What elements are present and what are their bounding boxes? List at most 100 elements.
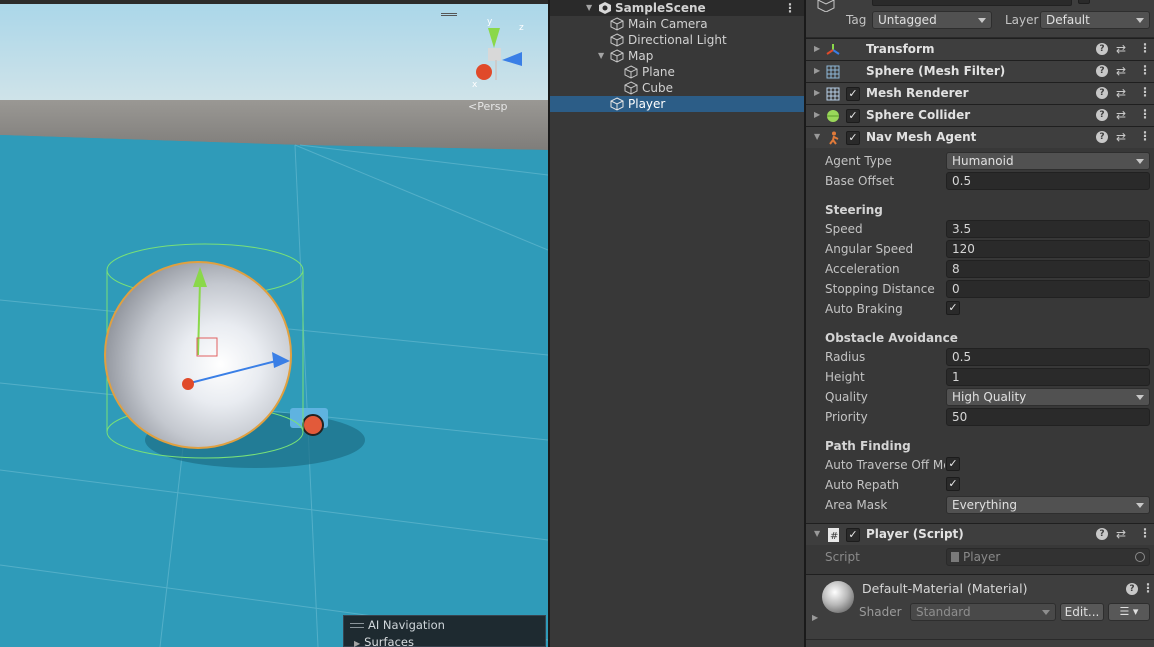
hierarchy-item-main-camera[interactable]: Main Camera <box>550 16 804 32</box>
component-menu-icon[interactable]: ⋮ <box>1139 526 1151 540</box>
component-name: Sphere (Mesh Filter) <box>866 64 1006 78</box>
chevron-down-icon <box>1136 395 1144 400</box>
scene-view[interactable]: y z x <Persp AI Navigation ▶ Surfaces <box>0 0 548 647</box>
stopping-distance-field[interactable]: 0 <box>946 280 1150 298</box>
expand-arrow-icon[interactable]: ▶ <box>814 88 820 97</box>
component-mesh-renderer[interactable]: ▶ ✓ Mesh Renderer ? ⇄ ⋮ <box>806 82 1154 104</box>
component-enabled-checkbox[interactable]: ✓ <box>846 528 860 542</box>
height-row: Height 1 <box>806 367 1154 387</box>
component-sphere-collider[interactable]: ▶ ✓ Sphere Collider ? ⇄ ⋮ <box>806 104 1154 126</box>
angular-speed-field[interactable]: 120 <box>946 240 1150 258</box>
shader-value: Standard <box>916 605 971 619</box>
hierarchy-item-directional-light[interactable]: Directional Light <box>550 32 804 48</box>
script-file-icon <box>951 552 959 562</box>
help-icon[interactable]: ? <box>1126 583 1138 595</box>
path-finding-header: Path Finding <box>825 439 911 453</box>
scene-root-row[interactable]: ▼ SampleScene ⋮ <box>550 0 804 16</box>
help-icon[interactable]: ? <box>1096 131 1108 143</box>
expand-arrow-icon[interactable]: ▶ <box>814 44 820 53</box>
presets-icon[interactable]: ⇄ <box>1116 42 1126 56</box>
agent-type-dropdown[interactable]: Humanoid <box>946 152 1150 170</box>
collapse-arrow-icon[interactable]: ▼ <box>814 529 820 538</box>
component-menu-icon[interactable]: ⋮ <box>1139 63 1151 77</box>
hierarchy-menu-icon[interactable]: ⋮ <box>784 0 796 16</box>
auto-repath-row: Auto Repath ✓ <box>806 475 1154 495</box>
component-name: Mesh Renderer <box>866 86 969 100</box>
hierarchy-item-label: Main Camera <box>628 17 708 31</box>
priority-field[interactable]: 50 <box>946 408 1150 426</box>
material-name: Default-Material (Material) <box>862 581 1028 596</box>
presets-icon[interactable]: ⇄ <box>1116 130 1126 144</box>
scene-viewport[interactable]: y z x <box>0 0 548 647</box>
speed-field[interactable]: 3.5 <box>946 220 1150 238</box>
auto-repath-checkbox[interactable]: ✓ <box>946 477 960 491</box>
base-offset-field[interactable]: 0.5 <box>946 172 1150 190</box>
component-mesh-filter[interactable]: ▶ Sphere (Mesh Filter) ? ⇄ ⋮ <box>806 60 1154 82</box>
static-checkbox[interactable] <box>1078 0 1090 4</box>
component-menu-icon[interactable]: ⋮ <box>1139 41 1151 55</box>
object-picker-icon[interactable] <box>1135 552 1145 562</box>
height-field[interactable]: 1 <box>946 368 1150 386</box>
hierarchy-item-cube[interactable]: Cube <box>550 80 804 96</box>
component-menu-icon[interactable]: ⋮ <box>1139 107 1151 121</box>
area-mask-dropdown[interactable]: Everything <box>946 496 1150 514</box>
help-icon[interactable]: ? <box>1096 528 1108 540</box>
hierarchy-item-map[interactable]: ▼ Map <box>550 48 804 64</box>
overlay-surfaces-item[interactable]: ▶ Surfaces <box>354 635 414 647</box>
expand-arrow-icon[interactable]: ▶ <box>814 66 820 75</box>
component-enabled-checkbox[interactable]: ✓ <box>846 109 860 123</box>
property-label: Script <box>825 550 860 564</box>
presets-icon[interactable]: ⇄ <box>1116 86 1126 100</box>
hierarchy-panel[interactable]: ▼ SampleScene ⋮ Main Camera Directional … <box>550 0 804 647</box>
help-icon[interactable]: ? <box>1096 87 1108 99</box>
help-icon[interactable]: ? <box>1096 65 1108 77</box>
camera-mode-label[interactable]: <Persp <box>468 100 507 113</box>
hierarchy-item-plane[interactable]: Plane <box>550 64 804 80</box>
acceleration-field[interactable]: 8 <box>946 260 1150 278</box>
component-menu-icon[interactable]: ⋮ <box>1139 85 1151 99</box>
presets-icon[interactable]: ⇄ <box>1116 527 1126 541</box>
inspector-panel[interactable]: Tag Untagged Layer Default ▶ Transform ?… <box>806 0 1154 647</box>
material-section[interactable]: Default-Material (Material) ? ⋮ ▶ Shader… <box>806 574 1154 647</box>
expand-arrow-icon[interactable]: ▼ <box>598 48 604 64</box>
hierarchy-item-player[interactable]: Player <box>550 96 804 112</box>
sky <box>0 0 548 100</box>
chevron-down-icon <box>978 18 986 23</box>
component-enabled-checkbox[interactable]: ✓ <box>846 131 860 145</box>
auto-traverse-checkbox[interactable]: ✓ <box>946 457 960 471</box>
tag-dropdown[interactable]: Untagged <box>872 11 992 29</box>
component-menu-icon[interactable]: ⋮ <box>1139 129 1151 143</box>
component-nav-mesh-agent[interactable]: ▼ ✓ Nav Mesh Agent ? ⇄ ⋮ <box>806 126 1154 148</box>
quality-dropdown[interactable]: High Quality <box>946 388 1150 406</box>
component-player-script[interactable]: ▼ # ✓ Player (Script) ? ⇄ ⋮ <box>806 523 1154 545</box>
collapse-arrow-icon[interactable]: ▼ <box>814 132 820 141</box>
radius-field[interactable]: 0.5 <box>946 348 1150 366</box>
help-icon[interactable]: ? <box>1096 43 1108 55</box>
component-transform[interactable]: ▶ Transform ? ⇄ ⋮ <box>806 38 1154 60</box>
layer-value: Default <box>1046 13 1090 27</box>
shader-dropdown[interactable]: Standard <box>910 603 1056 621</box>
script-object-field[interactable]: Player <box>946 548 1150 566</box>
expand-arrow-icon[interactable]: ▶ <box>814 110 820 119</box>
help-icon[interactable]: ? <box>1096 109 1108 121</box>
base-offset-row: Base Offset 0.5 <box>806 171 1154 191</box>
grip-icon[interactable] <box>350 623 364 628</box>
presets-icon[interactable]: ⇄ <box>1116 64 1126 78</box>
auto-braking-checkbox[interactable]: ✓ <box>946 301 960 315</box>
expand-arrow-icon[interactable]: ▼ <box>586 0 592 16</box>
component-enabled-checkbox[interactable]: ✓ <box>846 87 860 101</box>
property-label: Radius <box>825 350 866 364</box>
layer-dropdown[interactable]: Default <box>1040 11 1150 29</box>
property-label: Auto Repath <box>825 478 900 492</box>
ai-navigation-overlay[interactable]: AI Navigation ▶ Surfaces <box>343 615 546 647</box>
shader-options-button[interactable]: ☰ ▾ <box>1108 603 1150 621</box>
material-menu-icon[interactable]: ⋮ <box>1142 581 1154 595</box>
gameobject-name-field[interactable] <box>872 0 1072 6</box>
presets-icon[interactable]: ⇄ <box>1116 108 1126 122</box>
scene-menu-icon[interactable] <box>441 13 457 16</box>
auto-traverse-row: Auto Traverse Off Me ✓ <box>806 455 1154 475</box>
expand-arrow-icon[interactable]: ▶ <box>354 639 360 647</box>
expand-arrow-icon[interactable]: ▶ <box>812 613 818 622</box>
edit-shader-button[interactable]: Edit... <box>1060 603 1104 621</box>
overlay-title[interactable]: AI Navigation <box>350 618 445 632</box>
